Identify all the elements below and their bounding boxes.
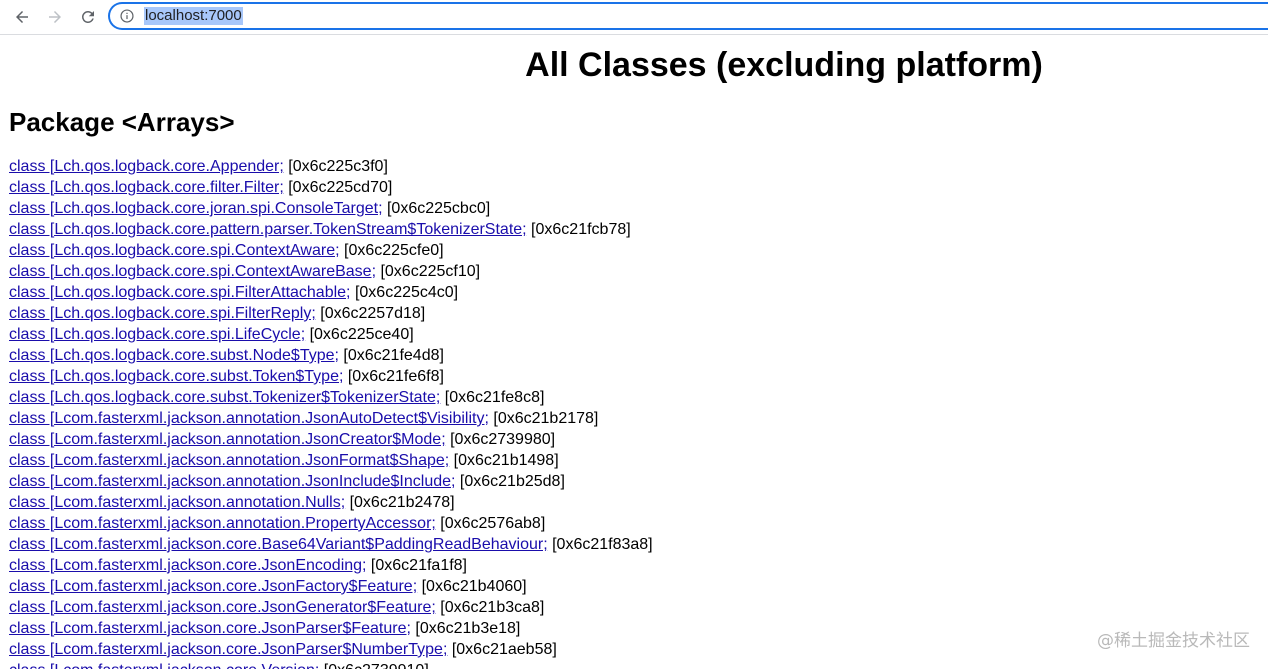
class-address: [0x6c225ce40] [305,326,414,343]
page-title: All Classes (excluding platform) [525,46,1043,84]
list-item: class [Lch.qos.logback.core.filter.Filte… [9,177,653,198]
list-item: class [Lcom.fasterxml.jackson.core.Base6… [9,534,653,555]
class-link[interactable]: class [Lcom.fasterxml.jackson.core.JsonF… [9,578,417,595]
class-address: [0x6c2257d18] [315,305,426,322]
reload-icon [81,10,94,23]
class-address: [0x6c21f83a8] [547,536,653,553]
list-item: class [Lcom.fasterxml.jackson.annotation… [9,492,653,513]
class-link[interactable]: class [Lch.qos.logback.core.subst.Token$… [9,368,343,385]
list-item: class [Lcom.fasterxml.jackson.annotation… [9,408,653,429]
forward-button[interactable] [43,5,67,29]
class-address: [0x6c21b3ca8] [435,599,545,616]
class-address: [0x6c21b3e18] [410,620,521,637]
class-link[interactable]: class [Lch.qos.logback.core.spi.FilterAt… [9,284,351,301]
class-address: [0x6c21b4060] [417,578,527,595]
class-link[interactable]: class [Lch.qos.logback.core.spi.FilterRe… [9,305,316,322]
class-link[interactable]: class [Lch.qos.logback.core.pattern.pars… [9,221,527,238]
class-link[interactable]: class [Lch.qos.logback.core.subst.Node$T… [9,347,339,364]
class-link[interactable]: class [Lcom.fasterxml.jackson.core.JsonG… [9,599,436,616]
class-address: [0x6c21fe8c8] [440,389,545,406]
class-address: [0x6c2576ab8] [435,515,546,532]
list-item: class [Lcom.fasterxml.jackson.core.JsonG… [9,597,653,618]
arrow-right-icon [49,11,61,23]
address-bar[interactable]: localhost:7000 [108,2,1268,30]
info-icon[interactable] [120,9,134,23]
class-link[interactable]: class [Lcom.fasterxml.jackson.core.Base6… [9,536,548,553]
list-item: class [Lcom.fasterxml.jackson.annotation… [9,450,653,471]
list-item: class [Lch.qos.logback.core.joran.spi.Co… [9,198,653,219]
list-item: class [Lcom.fasterxml.jackson.core.JsonP… [9,618,653,639]
class-link[interactable]: class [Lch.qos.logback.core.spi.ContextA… [9,242,340,259]
class-address: [0x6c21b2478] [345,494,455,511]
list-item: class [Lcom.fasterxml.jackson.annotation… [9,513,653,534]
class-address: [0x6c225c3f0] [283,158,388,175]
back-button[interactable] [10,5,34,29]
class-address: [0x6c21fcb78] [526,221,631,238]
class-address: [0x6c21aeb58] [447,641,557,658]
class-address: [0x6c2739980] [445,431,556,448]
class-link[interactable]: class [Lch.qos.logback.core.spi.LifeCycl… [9,326,305,343]
class-link[interactable]: class [Lch.qos.logback.core.joran.spi.Co… [9,200,383,217]
class-address: [0x6c21fe4d8] [338,347,444,364]
class-address: [0x6c21b2178] [488,410,599,427]
class-link[interactable]: class [Lcom.fasterxml.jackson.annotation… [9,473,455,490]
list-item: class [Lch.qos.logback.core.spi.FilterAt… [9,282,653,303]
class-link[interactable]: class [Lcom.fasterxml.jackson.core.Versi… [9,662,319,669]
class-link[interactable]: class [Lcom.fasterxml.jackson.annotation… [9,452,449,469]
list-item: class [Lcom.fasterxml.jackson.core.JsonF… [9,576,653,597]
class-list: class [Lch.qos.logback.core.Appender; [0… [9,156,653,669]
reload-button[interactable] [76,5,100,29]
class-address: [0x6c21b1498] [449,452,559,469]
list-item: class [Lch.qos.logback.core.spi.FilterRe… [9,303,653,324]
class-address: [0x6c225cfe0] [339,242,444,259]
list-item: class [Lcom.fasterxml.jackson.annotation… [9,429,653,450]
class-address: [0x6c21fe6f8] [343,368,444,385]
list-item: class [Lch.qos.logback.core.Appender; [0… [9,156,653,177]
class-address: [0x6c225cf10] [376,263,481,280]
watermark: @稀土掘金技术社区 [1097,631,1250,651]
class-link[interactable]: class [Lch.qos.logback.core.spi.ContextA… [9,263,376,280]
class-link[interactable]: class [Lcom.fasterxml.jackson.core.JsonE… [9,557,366,574]
list-item: class [Lch.qos.logback.core.subst.Tokeni… [9,387,653,408]
class-link[interactable]: class [Lcom.fasterxml.jackson.annotation… [9,494,345,511]
class-link[interactable]: class [Lch.qos.logback.core.Appender; [9,158,284,175]
class-address: [0x6c2739910] [319,662,429,669]
class-address: [0x6c21b25d8] [455,473,565,490]
package-heading: Package <Arrays> [9,107,235,137]
class-address: [0x6c225cbc0] [382,200,491,217]
list-item: class [Lch.qos.logback.core.subst.Token$… [9,366,653,387]
list-item: class [Lcom.fasterxml.jackson.core.JsonP… [9,639,653,660]
class-link[interactable]: class [Lcom.fasterxml.jackson.annotation… [9,410,489,427]
url-text[interactable]: localhost:7000 [144,7,243,25]
list-item: class [Lch.qos.logback.core.spi.ContextA… [9,240,653,261]
list-item: class [Lcom.fasterxml.jackson.core.Versi… [9,660,653,669]
list-item: class [Lch.qos.logback.core.spi.LifeCycl… [9,324,653,345]
list-item: class [Lcom.fasterxml.jackson.annotation… [9,471,653,492]
list-item: class [Lch.qos.logback.core.spi.ContextA… [9,261,653,282]
browser-toolbar: localhost:7000 [0,0,1268,35]
class-link[interactable]: class [Lcom.fasterxml.jackson.annotation… [9,515,436,532]
class-link[interactable]: class [Lch.qos.logback.core.filter.Filte… [9,179,284,196]
class-address: [0x6c21fa1f8] [366,557,467,574]
class-link[interactable]: class [Lcom.fasterxml.jackson.core.JsonP… [9,641,447,658]
arrow-left-icon [16,11,28,23]
class-link[interactable]: class [Lcom.fasterxml.jackson.annotation… [9,431,446,448]
list-item: class [Lch.qos.logback.core.pattern.pars… [9,219,653,240]
page-content: All Classes (excluding platform) Package… [0,35,1268,669]
class-link[interactable]: class [Lcom.fasterxml.jackson.core.JsonP… [9,620,411,637]
class-link[interactable]: class [Lch.qos.logback.core.subst.Tokeni… [9,389,440,406]
list-item: class [Lch.qos.logback.core.subst.Node$T… [9,345,653,366]
class-address: [0x6c225c4c0] [350,284,459,301]
list-item: class [Lcom.fasterxml.jackson.core.JsonE… [9,555,653,576]
class-address: [0x6c225cd70] [283,179,393,196]
